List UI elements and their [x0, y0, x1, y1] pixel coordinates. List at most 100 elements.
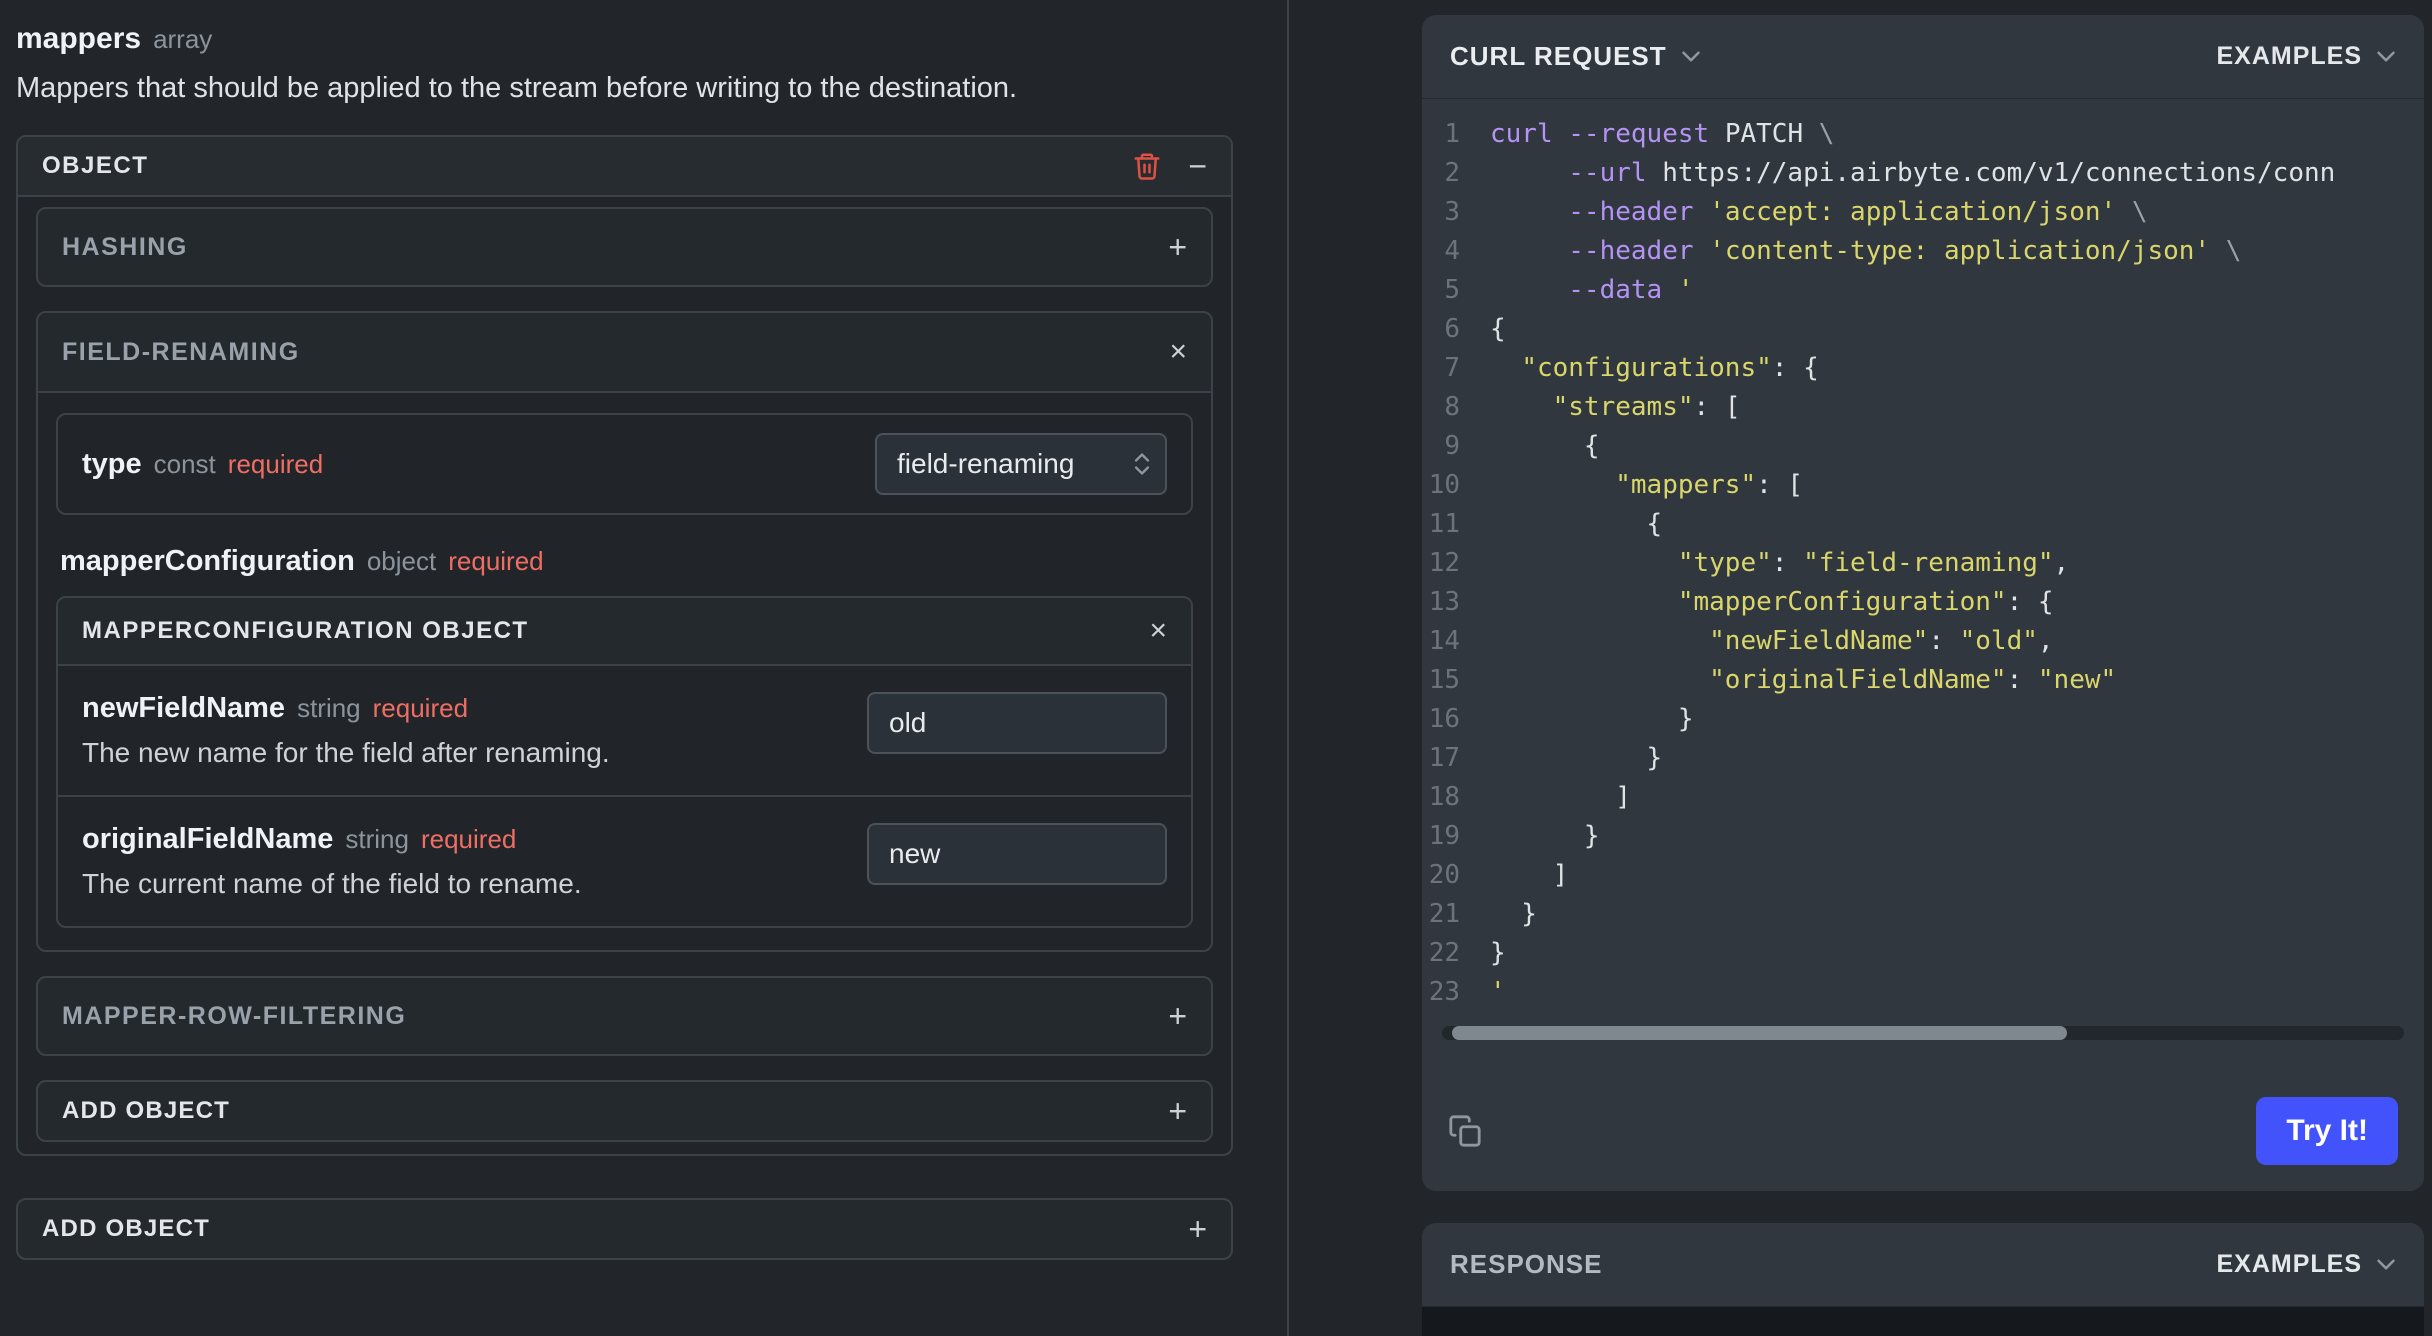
line-number: 2 — [1444, 158, 1460, 188]
code-line-content: "newFieldName": "old", — [1709, 626, 2054, 656]
code-line-content: } — [1490, 938, 1506, 968]
curl-code-block: 1 curl --request PATCH \ 2 --url https://a… — [1422, 99, 2424, 1018]
code-line: 1 curl --request PATCH \ — [1422, 115, 2424, 154]
close-mapperconfiguration-button[interactable]: × — [1149, 616, 1167, 646]
code-line-content: { — [1490, 431, 1600, 461]
field-name-title: mappers — [16, 22, 142, 55]
response-examples-dropdown[interactable]: EXAMPLES — [2216, 1250, 2396, 1279]
section-hashing[interactable]: HASHING + — [36, 207, 1213, 287]
try-it-button[interactable]: Try It! — [2256, 1097, 2398, 1165]
type-select[interactable]: field-renaming — [875, 433, 1167, 495]
field-row-originalfieldname: originalFieldName string required The cu… — [58, 797, 1191, 926]
field-heading: mappers array — [16, 22, 1233, 56]
line-number: 14 — [1428, 626, 1460, 656]
mapper-row-filtering-title: MAPPER-ROW-FILTERING — [62, 1001, 407, 1030]
trash-icon — [1134, 153, 1160, 180]
code-line: 17 } — [1422, 739, 2424, 778]
field-renaming-header[interactable]: FIELD-RENAMING × — [38, 313, 1211, 393]
newfieldname-label: newFieldName — [82, 692, 286, 724]
line-number: 12 — [1428, 548, 1460, 578]
chevron-down-icon — [2377, 1259, 2395, 1270]
line-number: 21 — [1428, 899, 1460, 929]
field-row-newfieldname: newFieldName string required The new nam… — [58, 666, 1191, 795]
originalfieldname-input[interactable] — [867, 823, 1167, 885]
add-object-button[interactable]: ADD OBJECT + — [36, 1080, 1213, 1142]
plus-icon: + — [1168, 998, 1187, 1034]
type-prop-kind: const — [153, 448, 216, 479]
line-number: 20 — [1428, 860, 1460, 890]
chevrons-up-down-icon — [1134, 453, 1150, 475]
response-body — [1422, 1307, 2424, 1336]
code-line: 20 ] — [1422, 856, 2424, 895]
line-number: 8 — [1444, 392, 1460, 422]
curl-request-title: CURL REQUEST — [1450, 41, 1667, 71]
line-number: 23 — [1428, 977, 1460, 1007]
code-line-content: "configurations": { — [1521, 353, 1819, 383]
collapse-object-button[interactable]: − — [1188, 150, 1207, 182]
plus-icon: + — [1168, 1093, 1187, 1129]
add-object-label: ADD OBJECT — [62, 1097, 231, 1124]
newfieldname-input[interactable] — [867, 692, 1167, 754]
copy-code-button[interactable] — [1448, 1114, 1482, 1148]
scrollbar-thumb[interactable] — [1451, 1026, 2068, 1040]
remove-field-renaming-button[interactable]: × — [1169, 337, 1187, 367]
required-badge: required — [420, 824, 517, 854]
originalfieldname-description: The current name of the field to rename. — [82, 868, 582, 899]
mapperconfiguration-card: MAPPERCONFIGURATION OBJECT × newFieldNam… — [56, 596, 1193, 928]
mapperconfiguration-title: MAPPERCONFIGURATION OBJECT — [82, 617, 529, 644]
code-line-content: } — [1490, 743, 1663, 773]
add-object-label: ADD OBJECT — [42, 1215, 211, 1242]
code-line: 4 --header 'content-type: application/js… — [1422, 232, 2424, 271]
schema-pane: mappers array Mappers that should be app… — [0, 0, 1287, 1336]
examples-label: EXAMPLES — [2216, 1250, 2362, 1278]
close-icon: × — [1149, 614, 1167, 647]
delete-object-button[interactable] — [1132, 151, 1162, 181]
line-number: 4 — [1444, 236, 1460, 266]
line-number: 9 — [1444, 431, 1460, 461]
code-line: 19 } — [1422, 817, 2424, 856]
required-badge: required — [227, 448, 324, 479]
code-line: 21 } — [1422, 895, 2424, 934]
object-card-body: HASHING + FIELD-RENAMING × type const re… — [18, 197, 1231, 1154]
plus-icon: + — [1168, 229, 1187, 265]
object-card-title: OBJECT — [42, 152, 149, 179]
line-number: 15 — [1428, 665, 1460, 695]
code-line-content: "originalFieldName": "new" — [1709, 665, 2117, 695]
type-row: type const required field-renaming — [56, 413, 1193, 515]
mapper-configuration-name: mapperConfiguration — [60, 545, 355, 577]
code-line: 23 ' — [1422, 973, 2424, 1012]
minus-icon: − — [1188, 148, 1207, 184]
add-object-button-bottom[interactable]: ADD OBJECT + — [16, 1198, 1233, 1260]
line-number: 22 — [1428, 938, 1460, 968]
line-number: 7 — [1444, 353, 1460, 383]
code-line-content: "streams": [ — [1552, 392, 1741, 422]
examples-label: EXAMPLES — [2216, 42, 2362, 70]
code-line-content: --header 'content-type: application/json… — [1568, 236, 2242, 266]
object-card: OBJECT − HASHING + FIELD-RENAMING × type… — [16, 135, 1233, 1156]
mapperconfiguration-header: MAPPERCONFIGURATION OBJECT × — [58, 598, 1191, 666]
code-line-content: "mappers": [ — [1615, 470, 1804, 500]
code-line-content: curl --request PATCH \ — [1490, 119, 1835, 149]
code-line-content: } — [1490, 704, 1694, 734]
section-mapper-row-filtering[interactable]: MAPPER-ROW-FILTERING + — [36, 976, 1213, 1056]
code-line-content: } — [1490, 899, 1537, 929]
newfieldname-kind: string — [297, 693, 361, 723]
response-panel: RESPONSE EXAMPLES — [1422, 1223, 2424, 1336]
code-line-content: --url https://api.airbyte.com/v1/connect… — [1568, 158, 2336, 188]
plus-icon: + — [1188, 1211, 1207, 1247]
curl-examples-dropdown[interactable]: EXAMPLES — [2216, 42, 2396, 71]
code-line: 14 "newFieldName": "old", — [1422, 622, 2424, 661]
chevron-down-icon — [1681, 51, 1700, 62]
copy-icon — [1449, 1115, 1481, 1147]
line-number: 16 — [1428, 704, 1460, 734]
code-horizontal-scrollbar[interactable] — [1442, 1026, 2404, 1040]
page: mappers array Mappers that should be app… — [0, 0, 2432, 1336]
response-title-group: RESPONSE — [1450, 1249, 1603, 1280]
line-number: 1 — [1444, 119, 1460, 149]
line-number: 19 — [1428, 821, 1460, 851]
object-card-header: OBJECT − — [18, 137, 1231, 197]
code-line-content: "type": "field-renaming", — [1677, 548, 2070, 578]
chevron-down-icon — [2377, 51, 2395, 62]
mapper-configuration-label: mapperConfiguration object required — [60, 545, 1189, 578]
curl-request-dropdown[interactable]: CURL REQUEST — [1450, 41, 1701, 72]
